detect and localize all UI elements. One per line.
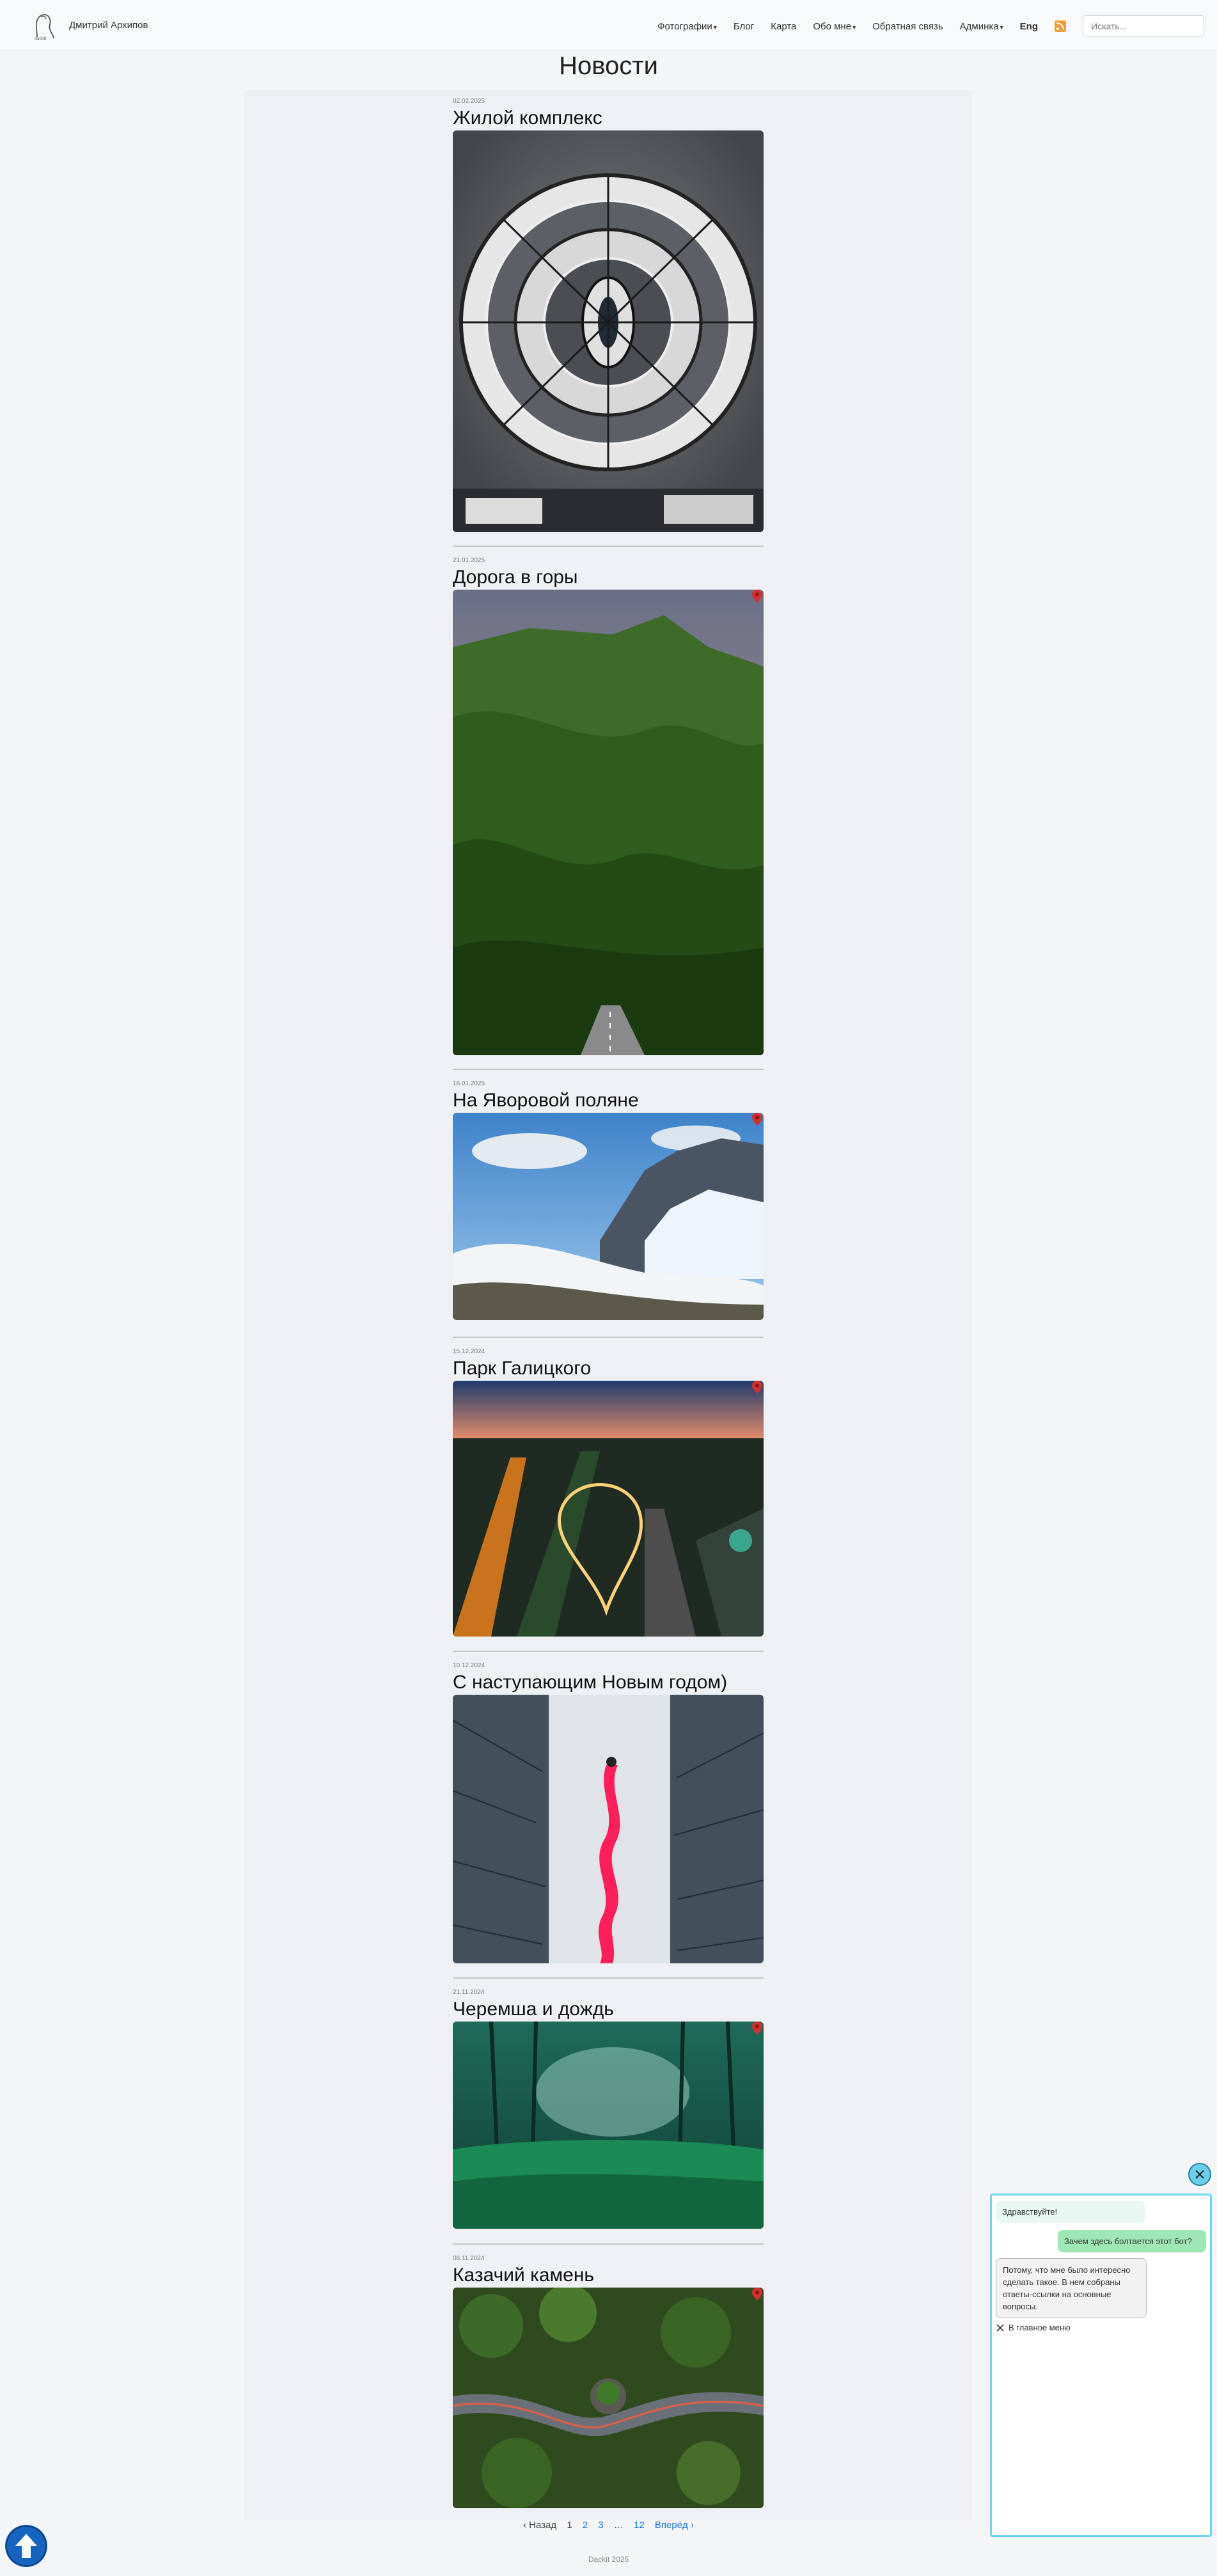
galitsky-park-photo bbox=[453, 1381, 764, 1637]
nav-photos[interactable]: Фотографии ▾ bbox=[657, 21, 717, 32]
snowy-meadow-photo bbox=[453, 1113, 764, 1320]
map-pin-icon[interactable] bbox=[752, 1113, 762, 1126]
map-pin-icon[interactable] bbox=[752, 2288, 762, 2300]
post-item: 15.12.2024 Парк Галицкого bbox=[453, 1347, 764, 1637]
post-photo[interactable] bbox=[453, 1695, 764, 1963]
lang-switch[interactable]: Eng bbox=[1020, 21, 1038, 32]
post-date: 10.12.2024 bbox=[453, 1662, 485, 1669]
residential-complex-photo bbox=[453, 130, 764, 532]
post-separator bbox=[453, 1651, 764, 1652]
chat-message-user: Зачем здесь болтается этот бот? bbox=[1058, 2230, 1206, 2252]
post-separator bbox=[453, 2243, 764, 2245]
post-title[interactable]: Казачий камень bbox=[453, 2263, 764, 2288]
caret-down-icon: ▾ bbox=[1000, 24, 1003, 31]
map-pin-icon[interactable] bbox=[752, 2022, 762, 2034]
post-photo[interactable] bbox=[453, 2288, 764, 2508]
post-date: 15.12.2024 bbox=[453, 1348, 485, 1355]
post-title[interactable]: Парк Галицкого bbox=[453, 1356, 764, 1381]
post-separator bbox=[453, 1069, 764, 1070]
nav-blog[interactable]: Блог bbox=[734, 21, 754, 32]
pagination-page-current: 1 bbox=[567, 2520, 572, 2531]
post-separator bbox=[453, 1337, 764, 1338]
caret-down-icon: ▾ bbox=[852, 24, 856, 31]
post-item: 21.11.2024 Черемша и дождь bbox=[453, 1988, 764, 2229]
chat-main-menu-button[interactable]: В главное меню bbox=[996, 2323, 1071, 2332]
arrow-up-icon bbox=[6, 2525, 47, 2566]
scroll-top-button[interactable] bbox=[5, 2525, 47, 2567]
post-date: 08.11.2024 bbox=[453, 2255, 485, 2262]
pagination-ellipsis: … bbox=[613, 2520, 624, 2531]
post-date: 16.01.2025 bbox=[453, 1080, 485, 1087]
brand-name: Дмитрий Архипов bbox=[69, 19, 148, 31]
post-title[interactable]: На Яворовой поляне bbox=[453, 1088, 764, 1113]
mountain-road-photo bbox=[453, 590, 764, 1055]
nav-admin-label: Админка bbox=[959, 20, 999, 32]
navbar: dackit Дмитрий Архипов Фотографии ▾ Блог … bbox=[0, 0, 1217, 51]
footer-copyright: Dackit 2025 bbox=[588, 2555, 629, 2564]
rss-icon[interactable] bbox=[1055, 20, 1066, 32]
nav-about[interactable]: Обо мне ▾ bbox=[813, 21, 856, 32]
caret-down-icon: ▾ bbox=[713, 24, 717, 31]
pagination-next[interactable]: Вперёд › bbox=[655, 2520, 694, 2531]
snowy-forest-photo bbox=[453, 1695, 764, 1963]
post-date: 21.11.2024 bbox=[453, 1989, 485, 1996]
nav-feedback[interactable]: Обратная связь bbox=[872, 21, 943, 32]
post-title[interactable]: С наступающим Новым годом) bbox=[453, 1670, 764, 1695]
chat-close-button[interactable] bbox=[1188, 2163, 1211, 2186]
post-item: 02.02.2025 Жилой комплекс bbox=[453, 97, 764, 532]
search-input[interactable] bbox=[1083, 15, 1204, 37]
post-date: 02.02.2025 bbox=[453, 98, 485, 105]
post-item: 10.12.2024 С наступающим Новым годом) bbox=[453, 1661, 764, 1963]
map-pin-icon[interactable] bbox=[752, 1381, 762, 1394]
nav-admin[interactable]: Админка ▾ bbox=[960, 21, 1003, 32]
main-nav: Фотографии ▾ Блог Карта Обо мне ▾ Обратная… bbox=[657, 15, 1204, 37]
brand-logo: dackit bbox=[35, 14, 54, 41]
pagination-page[interactable]: 12 bbox=[634, 2520, 645, 2531]
post-separator bbox=[453, 1977, 764, 1979]
brand[interactable]: dackit Дмитрий Архипов bbox=[28, 9, 148, 41]
post-item: 08.11.2024 Казачий камень bbox=[453, 2254, 764, 2508]
wild-garlic-forest-photo bbox=[453, 2022, 764, 2229]
chat-message-bot: Здравствуйте! bbox=[996, 2201, 1145, 2223]
nav-map[interactable]: Карта bbox=[771, 21, 796, 32]
svg-text:dackit: dackit bbox=[35, 36, 47, 41]
close-icon bbox=[1195, 2170, 1204, 2179]
page-title: Новости bbox=[559, 52, 658, 80]
post-photo[interactable] bbox=[453, 2022, 764, 2229]
post-title[interactable]: Черемша и дождь bbox=[453, 1997, 764, 2022]
post-title[interactable]: Жилой комплекс bbox=[453, 106, 764, 130]
map-pin-icon[interactable] bbox=[752, 590, 762, 602]
close-icon bbox=[996, 2323, 1004, 2332]
chat-message-bot: Потому, что мне было интересно сделать т… bbox=[996, 2258, 1147, 2318]
pagination-prev[interactable]: ‹ Назад bbox=[523, 2520, 556, 2531]
chat-main-menu-label: В главное меню bbox=[1009, 2323, 1071, 2332]
nav-photos-label: Фотографии bbox=[657, 20, 712, 32]
post-item: 16.01.2025 На Яворовой поляне bbox=[453, 1080, 764, 1320]
post-separator bbox=[453, 546, 764, 547]
post-photo[interactable] bbox=[453, 1381, 764, 1637]
nav-about-label: Обо мне bbox=[813, 20, 852, 32]
chat-window: Здравствуйте! Зачем здесь болтается этот… bbox=[990, 2194, 1212, 2537]
post-date: 21.01.2025 bbox=[453, 557, 485, 564]
post-photo[interactable] bbox=[453, 1113, 764, 1320]
kazachiy-kamen-photo bbox=[453, 2288, 764, 2508]
post-item: 21.01.2025 Дорога в горы bbox=[453, 556, 764, 1055]
post-photo[interactable] bbox=[453, 130, 764, 532]
pagination-page[interactable]: 2 bbox=[583, 2520, 588, 2531]
pagination-page[interactable]: 3 bbox=[598, 2520, 603, 2531]
post-photo[interactable] bbox=[453, 590, 764, 1055]
post-title[interactable]: Дорога в горы bbox=[453, 565, 764, 590]
